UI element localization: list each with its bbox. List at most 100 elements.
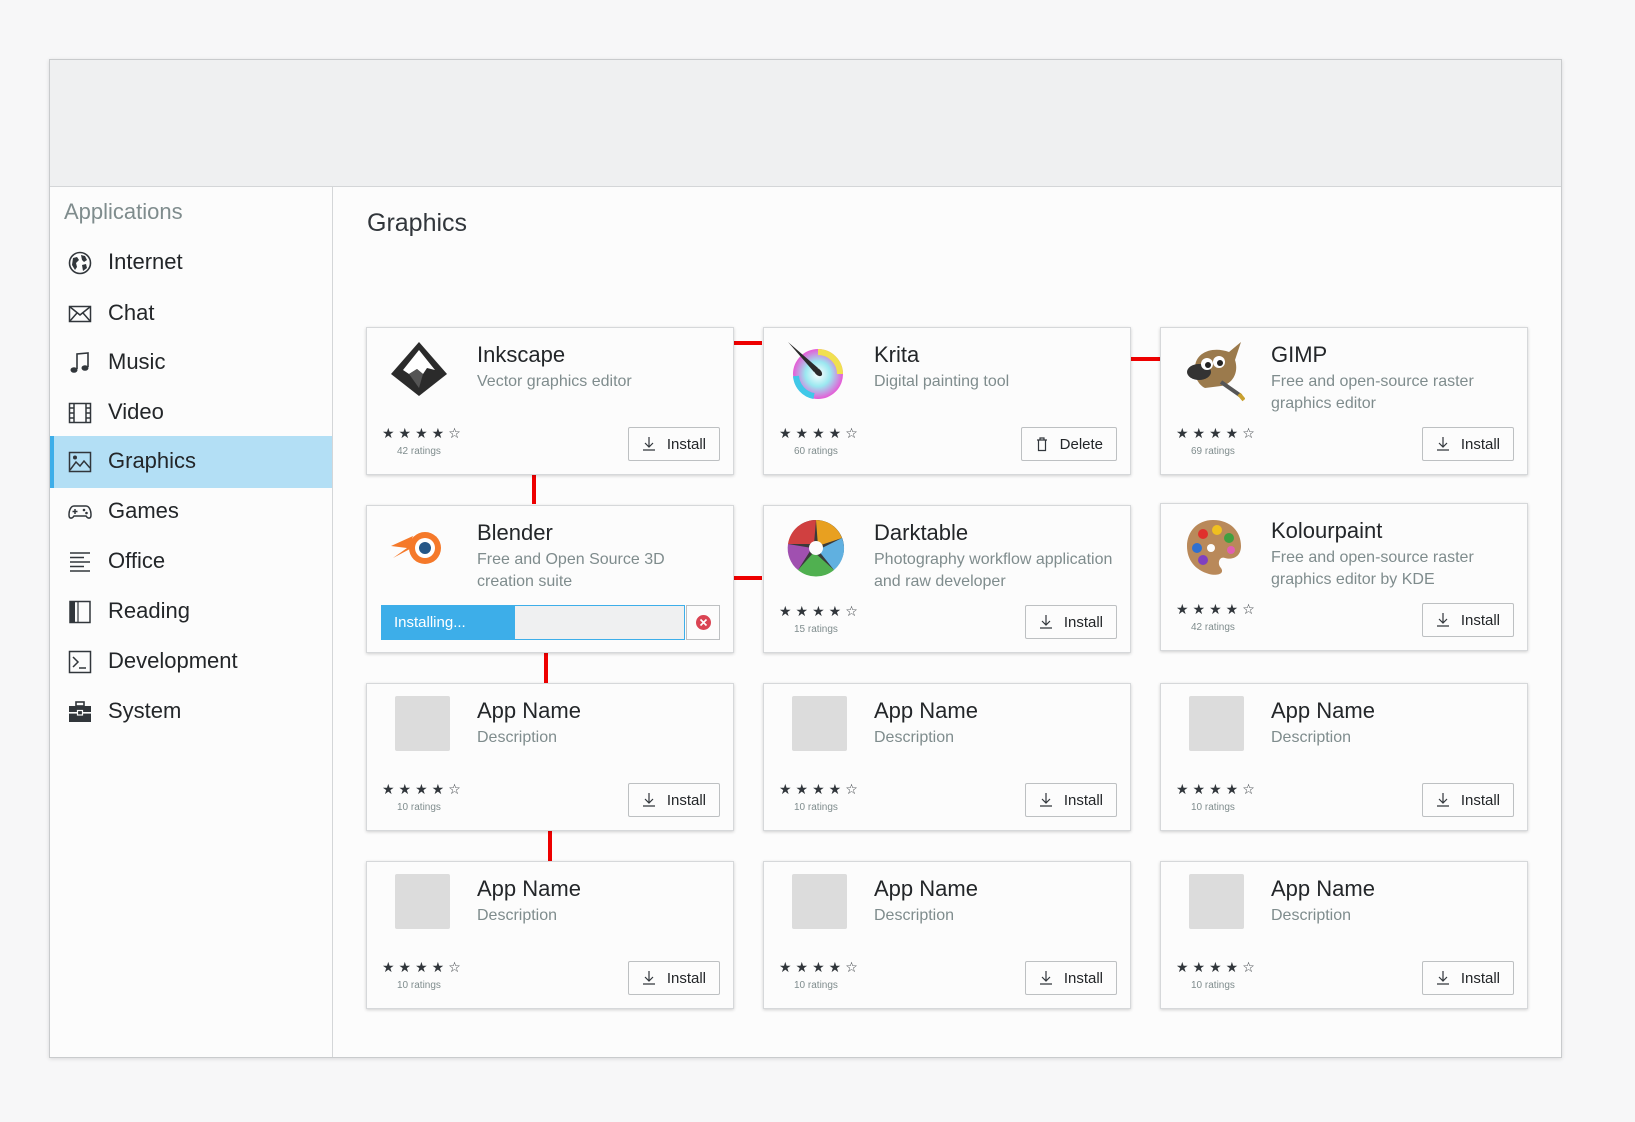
app-card-kolourpaint[interactable]: Kolourpaint Free and open-source raster … — [1160, 503, 1528, 651]
app-card-inkscape[interactable]: Inkscape Vector graphics editor ★★★★☆ 42… — [366, 327, 734, 475]
app-icon-placeholder — [792, 696, 847, 751]
kolourpaint-icon — [1181, 514, 1245, 578]
connector-line — [532, 474, 536, 504]
page-title: Graphics — [367, 209, 468, 237]
download-icon — [1435, 792, 1451, 808]
star-rating: ★★★★☆ — [382, 782, 465, 798]
install-button[interactable]: Install — [1421, 961, 1514, 995]
sidebar-item-label: Games — [108, 498, 179, 523]
sidebar-item-games[interactable]: Games — [50, 486, 332, 538]
sidebar-item-label: Development — [108, 648, 238, 673]
app-name: Inkscape — [477, 342, 566, 367]
app-card[interactable]: App Name Description ★★★★☆ 10 ratings In… — [366, 861, 734, 1009]
star-rating: ★★★★☆ — [382, 426, 465, 442]
install-button-label: Install — [1460, 611, 1500, 629]
app-name: App Name — [477, 876, 581, 901]
sidebar-item-label: Office — [108, 548, 166, 573]
install-button[interactable]: Install — [1024, 961, 1117, 995]
krita-icon — [784, 338, 848, 402]
app-card[interactable]: App Name Description ★★★★☆ 10 ratings In… — [763, 861, 1131, 1009]
connector-line — [548, 831, 552, 861]
app-name: Blender — [477, 520, 553, 545]
app-card[interactable]: App Name Description ★★★★☆ 10 ratings In… — [763, 683, 1131, 831]
sidebar-item-music[interactable]: Music — [50, 337, 332, 389]
app-name: App Name — [1271, 876, 1375, 901]
install-button[interactable]: Install — [1421, 603, 1514, 637]
install-button-label: Install — [666, 435, 706, 453]
sidebar-item-chat[interactable]: Chat — [50, 288, 332, 340]
app-description: Free and Open Source 3D creation suite — [477, 551, 665, 590]
sidebar-item-office[interactable]: Office — [50, 536, 332, 588]
app-name: GIMP — [1271, 342, 1328, 367]
install-button-label: Install — [1460, 969, 1500, 987]
star-rating: ★★★★☆ — [779, 960, 862, 976]
app-card[interactable]: App Name Description ★★★★☆ 10 ratings In… — [1160, 683, 1528, 831]
ratings-count: 42 ratings — [397, 446, 441, 457]
app-card-krita[interactable]: Krita Digital painting tool ★★★★☆ 60 rat… — [763, 327, 1131, 475]
connector-line — [732, 341, 762, 345]
install-button[interactable]: Install — [627, 427, 720, 461]
ratings-count: 10 ratings — [397, 980, 441, 991]
cancel-install-button[interactable] — [686, 605, 720, 640]
app-description: Description — [1271, 729, 1352, 746]
install-button-label: Install — [1063, 791, 1103, 809]
ratings-count: 10 ratings — [1191, 980, 1235, 991]
text-lines-icon — [68, 550, 92, 574]
app-card[interactable]: App Name Description ★★★★☆ 10 ratings In… — [366, 683, 734, 831]
picture-icon — [68, 450, 92, 474]
app-description: Description — [874, 729, 955, 746]
download-icon — [641, 970, 657, 986]
install-button-label: Install — [1063, 613, 1103, 631]
darktable-icon — [784, 516, 848, 580]
install-button[interactable]: Install — [627, 961, 720, 995]
install-button[interactable]: Install — [1024, 605, 1117, 639]
sidebar-item-system[interactable]: System — [50, 686, 332, 738]
delete-button[interactable]: Delete — [1020, 427, 1117, 461]
app-window: Applications Internet Chat Music Video G… — [49, 59, 1562, 1058]
app-icon-placeholder — [1189, 696, 1244, 751]
download-icon — [1038, 970, 1054, 986]
ratings-count: 10 ratings — [1191, 802, 1235, 813]
app-card-gimp[interactable]: GIMP Free and open-source raster graphic… — [1160, 327, 1528, 475]
music-note-icon — [68, 351, 92, 375]
app-name: App Name — [874, 698, 978, 723]
app-icon-placeholder — [395, 874, 450, 929]
install-button[interactable]: Install — [1421, 783, 1514, 817]
sidebar-item-label: Graphics — [108, 448, 197, 473]
app-card-blender[interactable]: Blender Free and Open Source 3D creation… — [366, 505, 734, 653]
app-description: Description — [477, 907, 558, 924]
ratings-count: 10 ratings — [397, 802, 441, 813]
install-button-label: Install — [1460, 791, 1500, 809]
install-button[interactable]: Install — [1024, 783, 1117, 817]
sidebar-item-video[interactable]: Video — [50, 387, 332, 439]
star-rating: ★★★★☆ — [1176, 782, 1259, 798]
app-description: Description — [874, 907, 955, 924]
app-description: Description — [477, 729, 558, 746]
install-button[interactable]: Install — [1421, 427, 1514, 461]
toolbox-icon — [68, 700, 92, 724]
star-rating: ★★★★☆ — [1176, 426, 1259, 442]
sidebar-item-label: Music — [108, 349, 166, 374]
install-button[interactable]: Install — [627, 783, 720, 817]
gimp-icon — [1181, 338, 1245, 402]
sidebar-item-graphics[interactable]: Graphics — [50, 436, 332, 488]
app-name: Krita — [874, 342, 920, 367]
app-card-darktable[interactable]: Darktable Photography workflow applicati… — [763, 505, 1131, 653]
app-card[interactable]: App Name Description ★★★★☆ 10 ratings In… — [1160, 861, 1528, 1009]
sidebar-item-internet[interactable]: Internet — [50, 237, 332, 289]
inkscape-icon — [387, 338, 451, 402]
sidebar-item-reading[interactable]: Reading — [50, 586, 332, 638]
install-progress-bar: Installing... — [381, 605, 685, 640]
connector-line — [1130, 357, 1160, 361]
download-icon — [641, 436, 657, 452]
gamepad-icon — [68, 500, 92, 524]
app-icon-placeholder — [1189, 874, 1244, 929]
app-name: App Name — [1271, 698, 1375, 723]
sidebar-item-development[interactable]: Development — [50, 636, 332, 688]
download-icon — [1038, 792, 1054, 808]
install-button-label: Install — [1063, 969, 1103, 987]
envelope-icon — [68, 302, 92, 326]
download-icon — [641, 792, 657, 808]
film-strip-icon — [68, 401, 92, 425]
app-description: Description — [1271, 907, 1352, 924]
